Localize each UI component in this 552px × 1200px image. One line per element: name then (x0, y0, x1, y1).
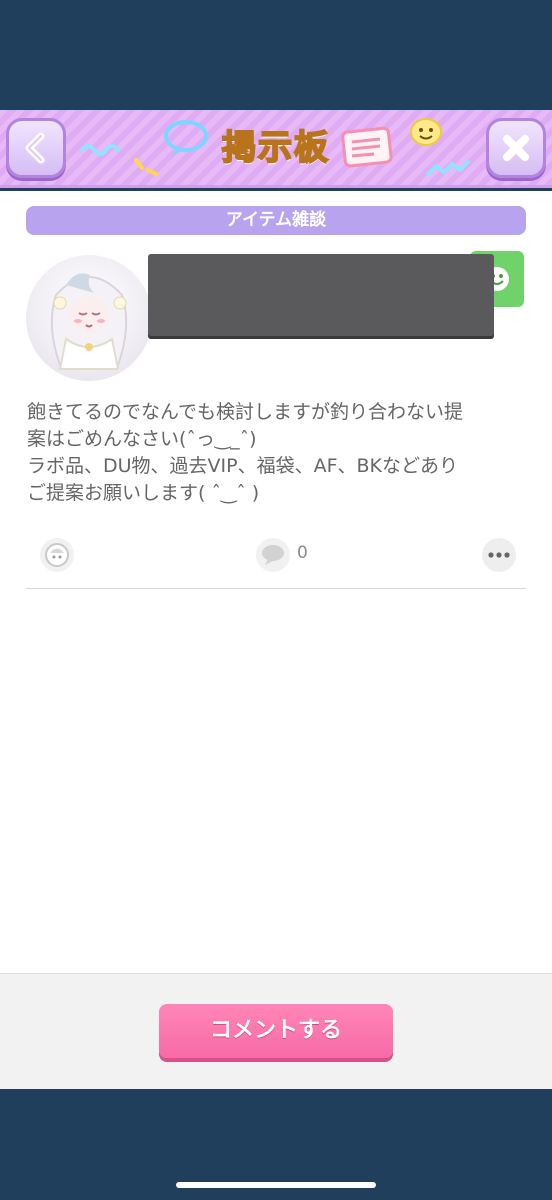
close-icon (503, 135, 529, 161)
category-badge: アイテム雑談 (26, 206, 526, 235)
divider (26, 588, 526, 589)
avatar-character-icon (50, 273, 128, 370)
character-face-icon (45, 543, 69, 567)
post-actions: 0 (0, 521, 552, 591)
post-panel: アイテム雑談 飽きてるのでなんでも検討しますが釣り合わない提 案はごめんなさい(… (0, 191, 552, 973)
comment-icon-button[interactable] (256, 538, 290, 572)
back-button[interactable] (6, 118, 66, 178)
sparkle-deco-icon (134, 158, 158, 176)
page-title: 掲示板 (221, 127, 330, 169)
header-bar: 掲示板 (0, 110, 552, 188)
close-button[interactable] (486, 118, 546, 178)
redacted-username (148, 254, 494, 336)
post-line: ご提案お願いします( ˆ‿ˆ ) (27, 482, 260, 504)
post-line: 飽きてるのでなんでも検討しますが釣り合わない提 (27, 401, 464, 423)
speech-bubble-icon (262, 545, 284, 565)
smile-bubble-deco-icon (410, 118, 442, 146)
wave-deco-icon (80, 144, 120, 156)
more-options-button[interactable] (482, 538, 516, 572)
zigzag-deco-icon (426, 160, 470, 176)
comment-count: 0 (297, 543, 308, 563)
footer-bar: コメントする (0, 973, 552, 1089)
more-dots-icon (488, 552, 510, 558)
screen: 掲示板 アイテム雑談 飽きてるのでなんでも検討しますが釣り合わない提 案はごめん… (0, 0, 552, 1200)
chevron-left-icon (25, 132, 45, 164)
post-line: ラボ品、DU物、過去VIP、福袋、AF、BKなどあり (27, 455, 459, 477)
like-button[interactable] (40, 538, 74, 572)
home-indicator[interactable] (176, 1182, 376, 1188)
post-line: 案はごめんなさい(ˆっ‿_ˆ) (27, 428, 257, 450)
avatar[interactable] (26, 255, 152, 381)
comment-button[interactable]: コメントする (159, 1004, 393, 1058)
post-body: 飽きてるのでなんでも検討しますが釣り合わない提 案はごめんなさい(ˆっ‿_ˆ) … (27, 399, 527, 507)
